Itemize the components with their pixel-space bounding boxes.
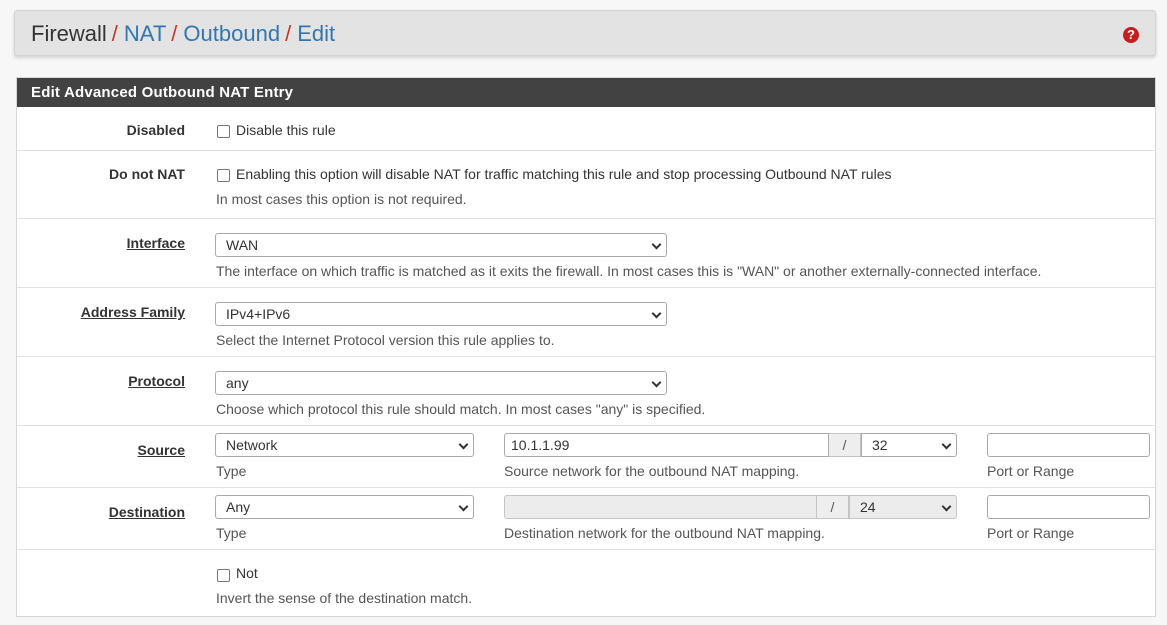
breadcrumb: Firewall / NAT / Outbound / Edit bbox=[31, 21, 335, 47]
protocol-select-value: any bbox=[226, 375, 249, 391]
chevron-down-icon bbox=[651, 377, 662, 388]
source-mask-select[interactable]: 32 bbox=[861, 433, 957, 457]
breadcrumb-separator: / bbox=[285, 21, 292, 46]
interface-row: Interface WAN The interface on which tra… bbox=[17, 218, 1155, 287]
do-not-nat-checkbox[interactable] bbox=[217, 169, 230, 182]
panel-title: Edit Advanced Outbound NAT Entry bbox=[17, 78, 1155, 107]
destination-label[interactable]: Destination bbox=[109, 504, 185, 520]
not-checkbox-label[interactable]: Not bbox=[236, 565, 258, 581]
destination-type-select-value: Any bbox=[226, 499, 251, 515]
source-slash: / bbox=[829, 433, 861, 457]
source-port-input[interactable] bbox=[987, 433, 1150, 457]
destination-port-help: Port or Range bbox=[987, 525, 1075, 541]
do-not-nat-label: Do not NAT bbox=[109, 166, 185, 182]
source-address-help: Source network for the outbound NAT mapp… bbox=[504, 463, 800, 479]
destination-mask-select[interactable]: 24 bbox=[849, 495, 957, 519]
protocol-row: Protocol any Choose which protocol this … bbox=[17, 356, 1155, 425]
source-type-select[interactable]: Network bbox=[215, 433, 474, 457]
breadcrumb-edit[interactable]: Edit bbox=[297, 21, 335, 46]
destination-address-help: Destination network for the outbound NAT… bbox=[504, 525, 825, 541]
source-type-select-value: Network bbox=[226, 437, 278, 453]
help-icon[interactable]: ? bbox=[1123, 27, 1139, 43]
chevron-down-icon bbox=[941, 439, 952, 450]
interface-select[interactable]: WAN bbox=[215, 233, 667, 257]
breadcrumb-nat[interactable]: NAT bbox=[124, 21, 166, 46]
chevron-down-icon bbox=[941, 501, 952, 512]
source-mask-value: 32 bbox=[872, 437, 888, 453]
address-family-help: Select the Internet Protocol version thi… bbox=[216, 332, 555, 348]
chevron-down-icon bbox=[458, 439, 469, 450]
destination-mask-value: 24 bbox=[860, 499, 876, 515]
address-family-label[interactable]: Address Family bbox=[81, 304, 185, 320]
address-family-row: Address Family IPv4+IPv6 Select the Inte… bbox=[17, 287, 1155, 356]
destination-port-input[interactable] bbox=[987, 495, 1150, 519]
disabled-row: Disabled Disable this rule bbox=[17, 107, 1155, 150]
destination-address-input[interactable] bbox=[504, 495, 817, 519]
do-not-nat-row: Do not NAT Enabling this option will dis… bbox=[17, 150, 1155, 218]
chevron-down-icon bbox=[651, 239, 662, 250]
disable-rule-checkbox-label[interactable]: Disable this rule bbox=[236, 122, 336, 138]
source-label[interactable]: Source bbox=[138, 442, 185, 458]
chevron-down-icon bbox=[651, 308, 662, 319]
chevron-down-icon bbox=[458, 501, 469, 512]
source-type-help: Type bbox=[216, 463, 247, 479]
disabled-label: Disabled bbox=[126, 122, 185, 138]
not-help: Invert the sense of the destination matc… bbox=[216, 590, 473, 606]
not-checkbox[interactable] bbox=[217, 569, 230, 582]
do-not-nat-checkbox-label[interactable]: Enabling this option will disable NAT fo… bbox=[236, 166, 892, 182]
do-not-nat-help: In most cases this option is not require… bbox=[216, 191, 467, 207]
source-address-input[interactable]: 10.1.1.99 bbox=[504, 433, 829, 457]
interface-label[interactable]: Interface bbox=[127, 235, 185, 251]
destination-type-help: Type bbox=[216, 525, 247, 541]
breadcrumb-firewall: Firewall bbox=[31, 21, 107, 46]
breadcrumb-separator: / bbox=[111, 21, 118, 46]
address-family-select[interactable]: IPv4+IPv6 bbox=[215, 302, 667, 326]
interface-select-value: WAN bbox=[226, 237, 259, 253]
breadcrumb-bar: Firewall / NAT / Outbound / Edit ? bbox=[14, 10, 1156, 56]
destination-row: Destination Any Type / 24 Destination ne… bbox=[17, 487, 1155, 549]
not-row: Not Invert the sense of the destination … bbox=[17, 549, 1155, 616]
protocol-select[interactable]: any bbox=[215, 371, 667, 395]
protocol-label[interactable]: Protocol bbox=[128, 373, 185, 389]
address-family-select-value: IPv4+IPv6 bbox=[226, 306, 291, 322]
nat-entry-panel: Edit Advanced Outbound NAT Entry Disable… bbox=[16, 77, 1156, 617]
destination-slash: / bbox=[817, 495, 849, 519]
destination-type-select[interactable]: Any bbox=[215, 495, 474, 519]
source-row: Source Network Type 10.1.1.99 / 32 Sourc… bbox=[17, 425, 1155, 487]
disable-rule-checkbox[interactable] bbox=[217, 125, 230, 138]
interface-help: The interface on which traffic is matche… bbox=[216, 263, 1042, 279]
breadcrumb-outbound[interactable]: Outbound bbox=[183, 21, 280, 46]
breadcrumb-separator: / bbox=[171, 21, 178, 46]
protocol-help: Choose which protocol this rule should m… bbox=[216, 401, 706, 417]
source-port-help: Port or Range bbox=[987, 463, 1075, 479]
